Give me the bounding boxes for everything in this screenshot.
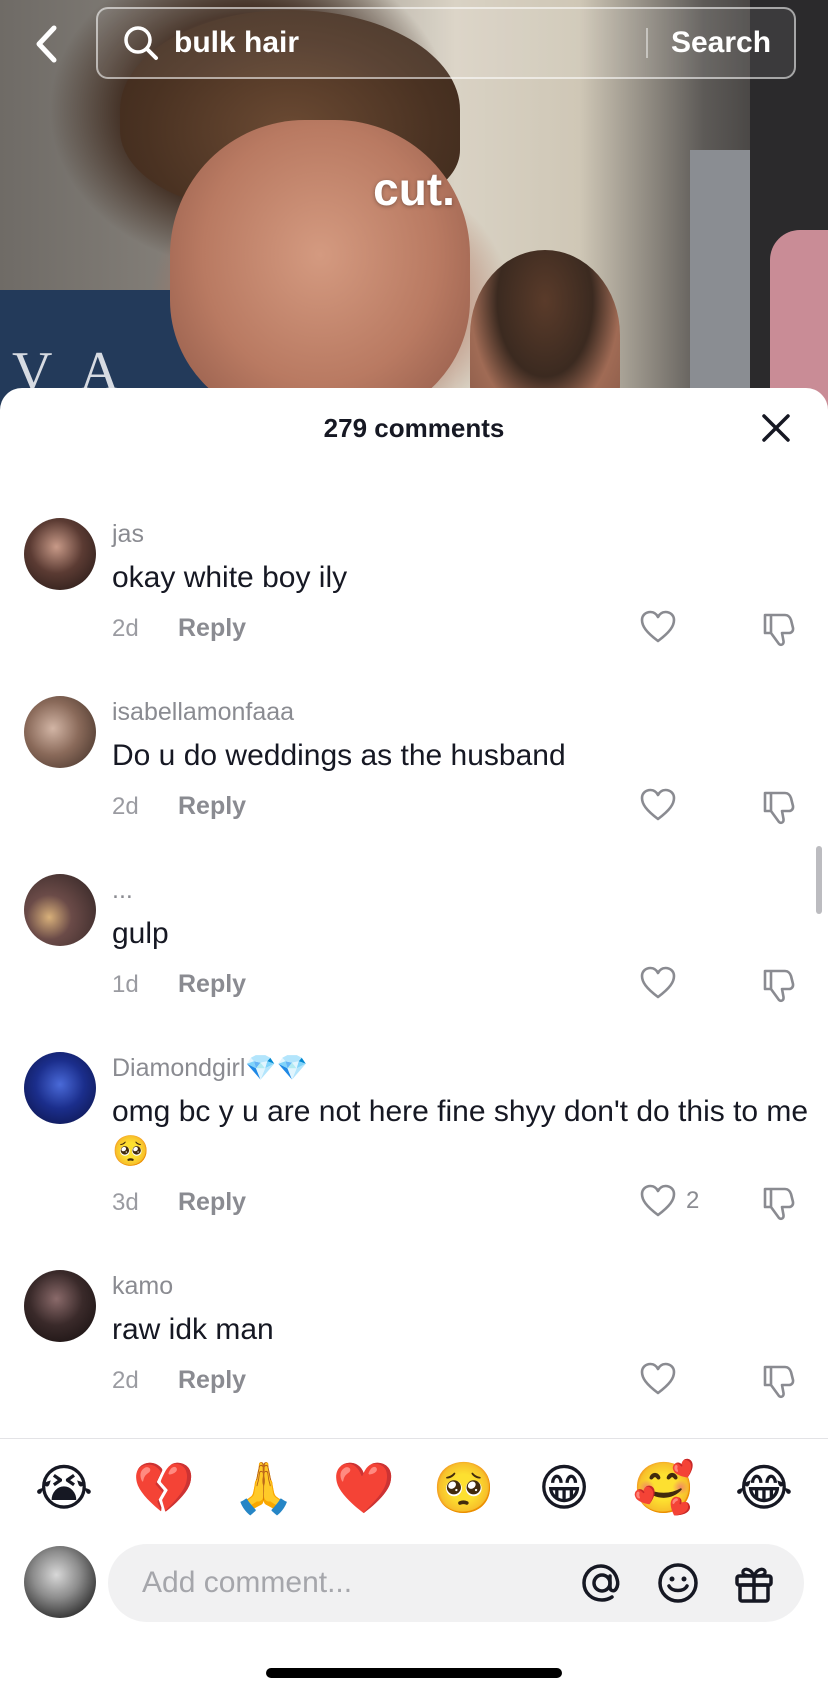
dislike-button[interactable] [760, 1362, 798, 1405]
thumbs-down-icon [763, 969, 795, 1003]
comment-meta: 2d Reply [112, 1366, 246, 1395]
heart-icon [640, 610, 676, 643]
emoji-grinning-button[interactable]: 😁 [524, 1458, 604, 1518]
comment-text: okay white boy ily [112, 561, 348, 594]
dislike-button[interactable] [760, 610, 798, 653]
composer-divider [0, 1438, 828, 1439]
like-count: 2 [686, 1187, 700, 1214]
like-button[interactable] [640, 966, 686, 1000]
reply-button[interactable]: Reply [178, 970, 246, 999]
smiley-icon [658, 1563, 698, 1603]
search-button[interactable]: Search [648, 26, 794, 60]
comments-header: 279 comments [0, 388, 828, 468]
like-button[interactable] [640, 610, 686, 644]
thumbs-down-icon [763, 613, 795, 647]
heart-icon [640, 966, 676, 999]
comment-input[interactable]: Add comment... [108, 1544, 804, 1622]
search-input[interactable]: bulk hair [174, 26, 646, 60]
comment-username[interactable]: ... [112, 876, 133, 905]
quick-emoji-row: 😭 💔 🙏 ❤️ 🥺 😁 🥰 😂 [0, 1455, 828, 1521]
comment-time: 1d [112, 970, 139, 998]
comment-meta: 2d Reply [112, 792, 246, 821]
gift-icon [735, 1567, 773, 1603]
reply-button[interactable]: Reply [178, 792, 246, 821]
emoji-picker-button[interactable] [652, 1557, 704, 1609]
emoji-red-heart-button[interactable]: ❤️ [324, 1458, 404, 1518]
home-indicator[interactable] [266, 1668, 562, 1678]
reply-button[interactable]: Reply [178, 1366, 246, 1395]
search-icon [122, 24, 160, 62]
comment-time: 3d [112, 1188, 139, 1216]
comment-text: Do u do weddings as the husband [112, 739, 566, 772]
avatar[interactable] [24, 696, 96, 768]
comment-time: 2d [112, 1366, 139, 1394]
comment-text: omg bc y u are not here fine shyy don't … [112, 1095, 809, 1168]
emoji-broken-heart-button[interactable]: 💔 [124, 1458, 204, 1518]
comment-username[interactable]: isabellamonfaaa [112, 698, 294, 727]
comment-username[interactable]: Diamondgirl💎💎 [112, 1054, 308, 1083]
dislike-button[interactable] [760, 1184, 798, 1227]
comment-meta: 2d Reply [112, 614, 246, 643]
back-button[interactable] [26, 22, 66, 66]
at-sign-icon [582, 1564, 620, 1602]
thumbs-down-icon [763, 1365, 795, 1399]
thumbs-down-icon [763, 791, 795, 825]
like-button[interactable]: 2 [640, 1184, 699, 1218]
thumbs-down-icon [763, 1187, 795, 1221]
comment-input-placeholder[interactable]: Add comment... [142, 1566, 576, 1600]
emoji-folded-hands-button[interactable]: 🙏 [224, 1458, 304, 1518]
emoji-tears-of-joy-button[interactable]: 😂 [724, 1458, 804, 1518]
avatar[interactable] [24, 874, 96, 946]
comment-meta: 3d Reply [112, 1188, 246, 1217]
current-user-avatar [24, 1546, 96, 1618]
heart-icon [640, 1362, 676, 1395]
comment-text: raw idk man [112, 1313, 274, 1346]
comment-username[interactable]: jas [112, 520, 144, 549]
dislike-button[interactable] [760, 966, 798, 1009]
reply-button[interactable]: Reply [178, 1188, 246, 1217]
reply-button[interactable]: Reply [178, 614, 246, 643]
heart-icon [640, 788, 676, 821]
avatar[interactable] [24, 1052, 96, 1124]
gift-button[interactable] [728, 1557, 780, 1609]
comment-time: 2d [112, 614, 139, 642]
heart-icon [640, 1184, 676, 1217]
dislike-button[interactable] [760, 788, 798, 831]
like-button[interactable] [640, 1362, 686, 1396]
emoji-smiling-hearts-button[interactable]: 🥰 [624, 1458, 704, 1518]
comment-username[interactable]: kamo [112, 1272, 173, 1301]
emoji-loudly-crying-button[interactable]: 😭 [24, 1458, 104, 1518]
scrollbar[interactable] [816, 846, 822, 914]
avatar[interactable] [24, 1270, 96, 1342]
close-button[interactable] [758, 410, 794, 446]
comment-meta: 1d Reply [112, 970, 246, 999]
mention-button[interactable] [576, 1557, 628, 1609]
search-bar[interactable]: bulk hair Search [96, 7, 796, 79]
comments-count-title: 279 comments [323, 412, 505, 443]
emoji-pleading-face-button[interactable]: 🥺 [424, 1458, 504, 1518]
comment-text: gulp [112, 917, 169, 950]
video-caption: cut. [373, 163, 455, 215]
chevron-left-icon [36, 25, 57, 63]
like-button[interactable] [640, 788, 686, 822]
close-icon [762, 414, 790, 442]
avatar[interactable] [24, 518, 96, 590]
comment-time: 2d [112, 792, 139, 820]
